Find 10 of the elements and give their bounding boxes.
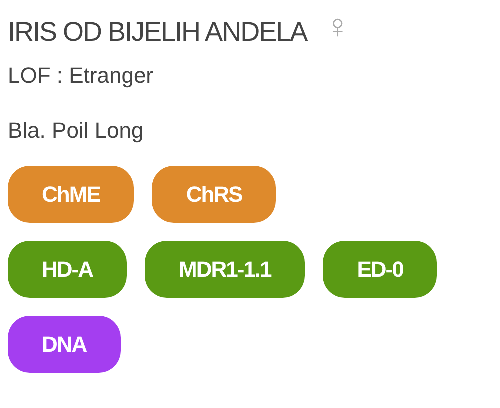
tag: ChME (8, 166, 134, 223)
female-icon: ♀ (325, 10, 351, 44)
tag: DNA (8, 316, 121, 373)
coat-text: Bla. Poil Long (8, 117, 145, 145)
tag: ED-0 (323, 241, 438, 298)
dog-name: IRIS OD BIJELIH ANDELA (8, 16, 308, 49)
registry-text: LOF : Etranger (8, 62, 155, 90)
tag: ChRS (152, 166, 276, 223)
tag: MDR1-1.1 (145, 241, 306, 298)
tag: HD-A (8, 241, 127, 298)
